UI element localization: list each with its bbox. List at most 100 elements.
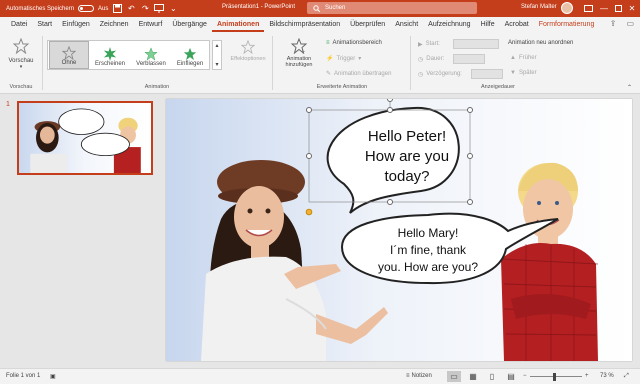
arrow-up-icon: ▲: [510, 55, 516, 61]
save-icon[interactable]: [112, 4, 122, 14]
star-none-icon: [62, 46, 76, 60]
animation-pane-label: Animationsbereich: [332, 40, 382, 46]
notes-button[interactable]: ≡ Notizen: [406, 373, 432, 379]
slide-sorter-icon[interactable]: ▦: [466, 371, 480, 382]
divider: [272, 36, 273, 90]
clock-icon: ◷: [418, 56, 424, 63]
zoom-slider[interactable]: [530, 376, 582, 377]
star-options-icon: [241, 40, 255, 54]
bubble-2-line-2: I´m fine, thank: [390, 243, 467, 257]
bubble-1-line-1: Hello Peter!: [368, 128, 446, 145]
gallery-item-erscheinen[interactable]: Erscheinen: [90, 41, 130, 69]
tab-ansicht[interactable]: Ansicht: [390, 17, 423, 32]
gallery-item-verblassen[interactable]: Verblassen: [131, 41, 171, 69]
collapse-ribbon-icon[interactable]: ⌃: [627, 84, 632, 91]
status-bar: Folie 1 von 1 ▣ ≡ Notizen ▭ ▦ ▯ ▤ − + 73…: [0, 368, 640, 384]
tab-entwurf[interactable]: Entwurf: [134, 17, 168, 32]
gallery-item-einfliegen[interactable]: Einfliegen: [170, 41, 210, 69]
earlier-label: Früher: [518, 55, 537, 61]
effect-options-button[interactable]: Effektoptionen: [228, 40, 268, 62]
tab-einfuegen[interactable]: Einfügen: [57, 17, 95, 32]
slide-info: Folie 1 von 1: [6, 373, 41, 379]
add-animation-button[interactable]: + Animation hinzufügen: [278, 38, 320, 68]
autosave-state: Aus: [98, 5, 109, 12]
tab-bildschirmpraesentation[interactable]: Bildschirmpräsentation: [264, 17, 345, 32]
trigger-label: Trigger: [336, 55, 356, 62]
notes-label: Notizen: [411, 373, 432, 379]
star-outline-icon: [13, 38, 29, 54]
fit-slide-icon[interactable]: ⤢: [624, 373, 629, 380]
customize-toolbar-icon[interactable]: ⌄: [168, 4, 178, 14]
search-box[interactable]: Suchen: [307, 2, 477, 14]
chevron-down-icon: ▾: [358, 56, 362, 62]
start-label: Start:: [425, 41, 440, 47]
tab-ueberpruefen[interactable]: Überprüfen: [345, 17, 390, 32]
star-fade-icon: [144, 47, 158, 61]
duration-input[interactable]: [453, 54, 486, 64]
redo-icon[interactable]: ↷: [140, 4, 150, 14]
bubble-2-line-1: Hello Mary!: [398, 226, 459, 240]
ribbon: Vorschau ▾ Vorschau Ohne Erscheinen Verb…: [0, 32, 640, 94]
painter-icon: ✎: [326, 71, 332, 77]
tab-zeichnen[interactable]: Zeichnen: [95, 17, 134, 32]
start-control: ▶ Start:: [418, 39, 499, 49]
present-from-start-icon[interactable]: [154, 4, 165, 14]
slide-canvas[interactable]: Hello Peter! How are you today? Hello Ma…: [166, 99, 632, 361]
animation-pane-button[interactable]: ≡ Animationsbereich: [326, 40, 382, 46]
gallery-item-ohne[interactable]: Ohne: [49, 41, 89, 69]
tab-uebergaenge[interactable]: Übergänge: [167, 17, 212, 32]
reorder-label: Animation neu anordnen: [508, 40, 574, 46]
chevron-up-icon[interactable]: ▴: [215, 42, 218, 49]
comments-icon[interactable]: ▭: [626, 19, 634, 28]
gallery-scroll[interactable]: ▴ ▾: [212, 40, 222, 70]
minimize-icon[interactable]: —: [598, 2, 610, 14]
normal-view-icon[interactable]: ▭: [447, 371, 461, 382]
chevron-down-icon[interactable]: ▾: [215, 61, 218, 68]
zoom-level[interactable]: 73 %: [600, 373, 614, 379]
tab-formformatierung[interactable]: Formformatierung: [534, 17, 600, 32]
share-icon[interactable]: ⇪: [610, 19, 617, 28]
bubble-1-line-3: today?: [384, 168, 429, 185]
tab-acrobat[interactable]: Acrobat: [500, 17, 534, 32]
ribbon-display-icon[interactable]: [582, 2, 594, 14]
move-earlier-button[interactable]: ▲ Früher: [510, 55, 537, 61]
slide-thumbnail[interactable]: [17, 101, 153, 175]
star-add-icon: +: [291, 38, 307, 54]
animation-gallery: Ohne Erscheinen Verblassen Einfliegen: [47, 40, 210, 70]
accessibility-icon[interactable]: ▣: [50, 373, 56, 380]
delay-input[interactable]: [471, 69, 504, 79]
avatar[interactable]: [561, 2, 573, 14]
zoom-in-icon[interactable]: +: [585, 373, 589, 379]
delay-control: ◷ Verzögerung:: [418, 69, 504, 79]
gallery-label: Verblassen: [136, 61, 166, 67]
maximize-icon[interactable]: [612, 2, 624, 14]
autosave-toggle[interactable]: [78, 5, 95, 12]
tab-start[interactable]: Start: [32, 17, 57, 32]
trigger-button[interactable]: ⚡ Trigger ▾: [326, 55, 362, 63]
bubble-2-line-3: you. How are you?: [378, 260, 478, 274]
move-later-button[interactable]: ▼ Später: [510, 70, 537, 76]
zoom-out-icon[interactable]: −: [523, 373, 527, 379]
animation-painter-button[interactable]: ✎ Animation übertragen: [326, 70, 391, 78]
later-label: Später: [518, 70, 537, 76]
preview-button[interactable]: Vorschau ▾: [6, 38, 36, 70]
effect-options-label: Effektoptionen: [230, 56, 266, 62]
group-label-vorschau: Vorschau: [9, 84, 33, 90]
clock-icon: ◷: [418, 71, 424, 78]
zoom-slider-handle[interactable]: [553, 373, 556, 381]
ribbon-tabs: Datei Start Einfügen Zeichnen Entwurf Üb…: [0, 17, 640, 32]
tab-datei[interactable]: Datei: [6, 17, 32, 32]
svg-text:+: +: [301, 49, 305, 54]
user-name[interactable]: Stefan Malter: [521, 4, 557, 10]
trigger-icon: ⚡: [326, 56, 334, 62]
start-dropdown[interactable]: [452, 39, 499, 49]
tab-animationen[interactable]: Animationen: [211, 17, 265, 32]
star-burst-icon: [103, 47, 117, 61]
powerpoint-window: Automatisches Speichern Aus ↶ ↷ ⌄ Präsen…: [0, 0, 640, 384]
slideshow-icon[interactable]: ▤: [504, 371, 518, 382]
reading-view-icon[interactable]: ▯: [485, 371, 499, 382]
close-icon[interactable]: ✕: [626, 2, 638, 14]
undo-icon[interactable]: ↶: [126, 4, 136, 14]
tab-hilfe[interactable]: Hilfe: [476, 17, 500, 32]
tab-aufzeichnung[interactable]: Aufzeichnung: [423, 17, 475, 32]
